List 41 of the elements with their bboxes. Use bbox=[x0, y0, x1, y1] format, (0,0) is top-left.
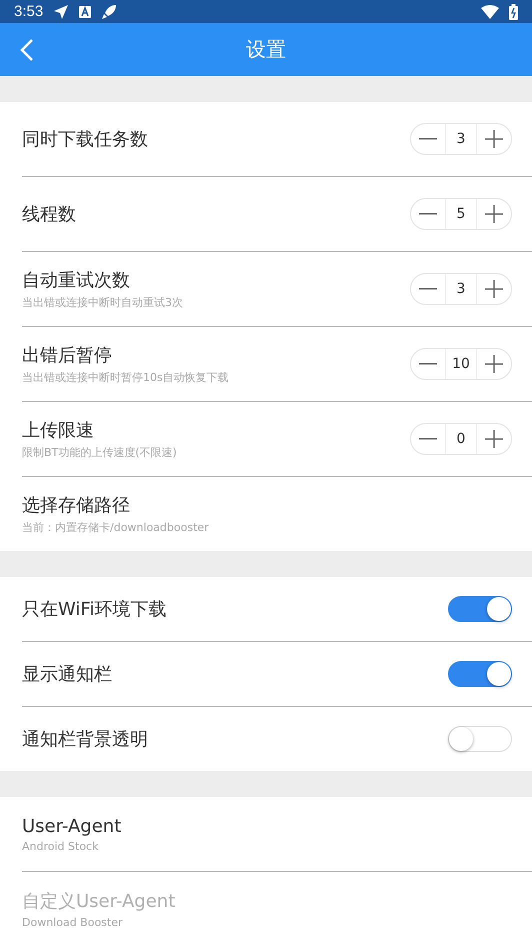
plus-icon bbox=[485, 280, 503, 298]
plus-icon bbox=[485, 130, 503, 148]
plus-icon bbox=[485, 355, 503, 373]
setting-title: 只在WiFi环境下载 bbox=[22, 598, 168, 621]
setting-title: 线程数 bbox=[22, 203, 77, 226]
setting-title: 上传限速 bbox=[22, 419, 95, 442]
navigation-arrow-icon bbox=[53, 4, 70, 20]
setting-description: Download Booster bbox=[22, 916, 124, 929]
stepper-value: 0 bbox=[445, 424, 477, 454]
stepper-value: 3 bbox=[445, 274, 477, 304]
stepper-value: 10 bbox=[445, 349, 477, 379]
back-icon bbox=[20, 39, 34, 61]
setting-title: 通知栏背景透明 bbox=[22, 728, 149, 751]
setting-title: 同时下载任务数 bbox=[22, 128, 149, 151]
minus-icon bbox=[419, 138, 437, 140]
stepper-value: 3 bbox=[445, 124, 477, 154]
setting-title: 选择存储路径 bbox=[22, 494, 131, 517]
setting-title: 显示通知栏 bbox=[22, 663, 113, 686]
minus-icon bbox=[419, 363, 437, 365]
battery-icon bbox=[509, 4, 518, 20]
setting-title: 出错后暂停 bbox=[22, 344, 113, 367]
minus-icon bbox=[419, 438, 437, 440]
plus-icon bbox=[485, 430, 503, 448]
toggle-switch[interactable] bbox=[448, 596, 512, 622]
toggle-switch[interactable] bbox=[448, 661, 512, 687]
plus-icon bbox=[485, 205, 503, 223]
setting-title: User-Agent bbox=[22, 816, 122, 836]
minus-icon bbox=[419, 288, 437, 290]
setting-description: 当前：内置存储卡/downloadbooster bbox=[22, 520, 210, 535]
setting-title: 自动重试次数 bbox=[22, 269, 131, 292]
setting-description: Android Stock bbox=[22, 840, 100, 852]
wifi-icon bbox=[481, 4, 499, 18]
stepper-value: 5 bbox=[445, 199, 477, 229]
setting-description: 当出错或连接中断时自动重试3次 bbox=[22, 295, 184, 310]
setting-title: 自定义User-Agent bbox=[22, 890, 176, 913]
setting-description: 限制BT功能的上传速度(不限速) bbox=[22, 445, 178, 460]
minus-icon bbox=[419, 213, 437, 215]
status-time: 3:53 bbox=[14, 3, 44, 20]
letter-box-icon bbox=[79, 6, 92, 18]
page-title: 设置 bbox=[246, 36, 286, 63]
setting-description: 当出错或连接中断时暂停10s自动恢复下载 bbox=[22, 370, 230, 385]
